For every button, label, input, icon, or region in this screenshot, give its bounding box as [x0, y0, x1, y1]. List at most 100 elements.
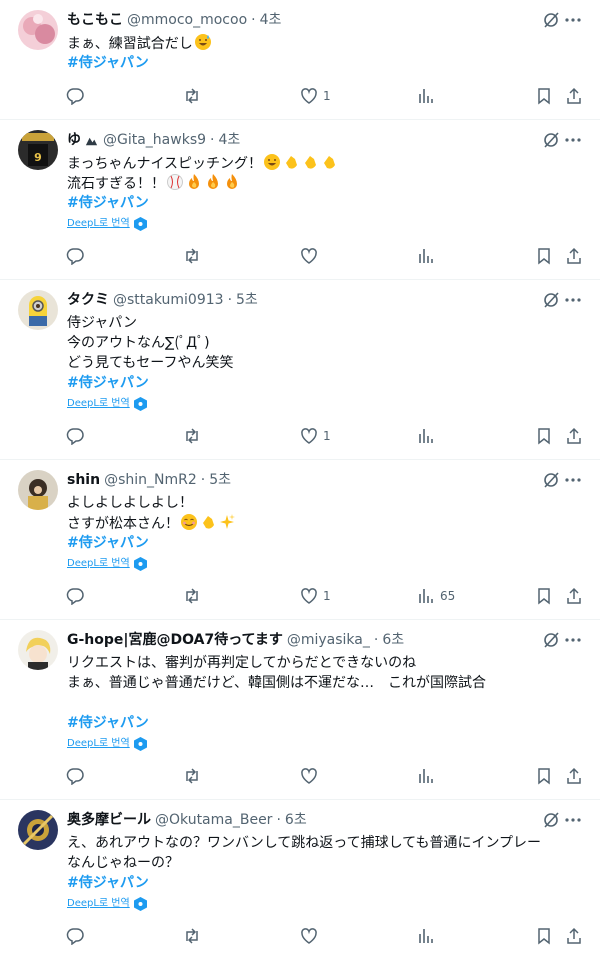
- tweet[interactable]: shin @shin_NmR2 · 5초 よしよしよしよし！ さすが松本さん！ …: [0, 460, 600, 620]
- like-button[interactable]: [300, 925, 323, 947]
- bookmark-button[interactable]: [535, 425, 553, 447]
- more-icon[interactable]: [564, 131, 582, 149]
- tweet[interactable]: もこもこ @mmoco_mocoo · 4초 まぁ、練習試合だし #侍ジャパン …: [0, 0, 600, 120]
- author-name[interactable]: タクミ: [67, 289, 109, 311]
- tweet[interactable]: 奥多摩ビール @Okutama_Beer · 6초 え、あれアウトなの？ワンバン…: [0, 800, 600, 956]
- bookmark-button[interactable]: [535, 765, 553, 787]
- reply-icon: [66, 928, 84, 945]
- retweet-button[interactable]: [183, 425, 201, 447]
- reply-button[interactable]: [66, 585, 84, 607]
- bookmark-button[interactable]: [535, 85, 553, 107]
- tweet[interactable]: G-hope|宮鹿@DOA7待ってます @miyasika_ · 6초 リクエス…: [0, 620, 600, 800]
- author-handle[interactable]: @sttakumi0913: [113, 289, 224, 311]
- more-icon[interactable]: [564, 471, 582, 489]
- author-name[interactable]: shin: [67, 469, 100, 491]
- reply-button[interactable]: [66, 425, 84, 447]
- tweet[interactable]: 9 ゆ @Gita_hawks9 · 4초 まっちゃんナイスピッチング！ 流石す…: [0, 120, 600, 280]
- hashtag-link[interactable]: #侍ジャパン: [67, 533, 149, 553]
- avatar[interactable]: [18, 810, 58, 850]
- author-handle[interactable]: @Gita_hawks9: [103, 129, 206, 151]
- deepl-icon: [133, 737, 147, 751]
- grok-icon[interactable]: [542, 291, 560, 309]
- retweet-button[interactable]: [183, 765, 201, 787]
- grok-icon[interactable]: [542, 11, 560, 29]
- bookmark-button[interactable]: [535, 925, 553, 947]
- share-icon: [567, 587, 581, 604]
- flag-icon: [85, 137, 98, 145]
- reply-button[interactable]: [66, 245, 84, 267]
- like-button[interactable]: [300, 245, 323, 267]
- retweet-button[interactable]: [183, 85, 201, 107]
- reply-button[interactable]: [66, 925, 84, 947]
- avatar[interactable]: [18, 630, 58, 670]
- hashtag-link[interactable]: #侍ジャパン: [67, 873, 149, 893]
- hashtag-link[interactable]: #侍ジャパン: [67, 373, 149, 393]
- timestamp[interactable]: 6초: [382, 629, 404, 651]
- reply-button[interactable]: [66, 85, 84, 107]
- views-icon: [419, 769, 433, 783]
- grok-icon[interactable]: [542, 631, 560, 649]
- avatar[interactable]: [18, 290, 58, 330]
- hashtag-link[interactable]: #侍ジャパン: [67, 193, 149, 213]
- translate-link[interactable]: DeepL로 번역: [67, 897, 147, 911]
- views-icon: [419, 249, 433, 263]
- clap-emoji-icon: [203, 516, 214, 529]
- views-button[interactable]: [417, 245, 440, 267]
- author-name[interactable]: G-hope|宮鹿@DOA7待ってます: [67, 629, 283, 651]
- share-button[interactable]: [565, 245, 583, 267]
- views-button[interactable]: [417, 925, 440, 947]
- more-icon[interactable]: [564, 631, 582, 649]
- views-button[interactable]: [417, 425, 440, 447]
- tweet[interactable]: タクミ @sttakumi0913 · 5초 侍ジャパン 今のアウトなん∑(ﾟД…: [0, 280, 600, 460]
- like-button[interactable]: 1: [300, 425, 331, 447]
- avatar[interactable]: [18, 470, 58, 510]
- retweet-button[interactable]: [183, 245, 201, 267]
- share-button[interactable]: [565, 925, 583, 947]
- translate-link[interactable]: DeepL로 번역: [67, 737, 147, 751]
- hashtag-link[interactable]: #侍ジャパン: [67, 713, 149, 733]
- more-icon[interactable]: [564, 291, 582, 309]
- timestamp[interactable]: 4초: [260, 9, 282, 31]
- hashtag-link[interactable]: #侍ジャパン: [67, 53, 149, 73]
- more-icon[interactable]: [564, 811, 582, 829]
- grok-icon[interactable]: [542, 131, 560, 149]
- views-button[interactable]: [417, 765, 440, 787]
- like-button[interactable]: 1: [300, 85, 331, 107]
- retweet-button[interactable]: [183, 925, 201, 947]
- grok-icon[interactable]: [542, 471, 560, 489]
- author-handle[interactable]: @mmoco_mocoo: [127, 9, 247, 31]
- share-button[interactable]: [565, 425, 583, 447]
- heart-icon: [301, 768, 317, 784]
- views-button[interactable]: [417, 85, 440, 107]
- translate-link[interactable]: DeepL로 번역: [67, 397, 147, 411]
- share-button[interactable]: [565, 85, 583, 107]
- avatar[interactable]: [18, 10, 58, 50]
- bookmark-button[interactable]: [535, 585, 553, 607]
- clap-emoji-icon: [324, 156, 336, 169]
- views-button[interactable]: 65: [417, 585, 455, 607]
- author-name[interactable]: ゆ: [67, 129, 81, 151]
- author-handle[interactable]: @miyasika_: [287, 629, 370, 651]
- author-name[interactable]: もこもこ: [67, 9, 123, 31]
- timestamp[interactable]: 6초: [285, 809, 307, 831]
- more-icon[interactable]: [564, 11, 582, 29]
- bookmark-button[interactable]: [535, 245, 553, 267]
- author-handle[interactable]: @Okutama_Beer: [155, 809, 272, 831]
- like-button[interactable]: 1: [300, 585, 331, 607]
- retweet-button[interactable]: [183, 585, 201, 607]
- timestamp[interactable]: 5초: [209, 469, 231, 491]
- share-button[interactable]: [565, 585, 583, 607]
- reply-icon: [66, 248, 84, 265]
- reply-button[interactable]: [66, 765, 84, 787]
- avatar[interactable]: 9: [18, 130, 58, 170]
- author-name[interactable]: 奥多摩ビール: [67, 809, 151, 831]
- timestamp[interactable]: 5초: [236, 289, 258, 311]
- author-handle[interactable]: @shin_NmR2: [104, 469, 197, 491]
- translate-link[interactable]: DeepL로 번역: [67, 217, 147, 231]
- timestamp[interactable]: 4초: [218, 129, 240, 151]
- translate-link[interactable]: DeepL로 번역: [67, 557, 147, 571]
- grok-icon[interactable]: [542, 811, 560, 829]
- share-button[interactable]: [565, 765, 583, 787]
- like-button[interactable]: [300, 765, 323, 787]
- tweet-text-line: リクエストは、審判が再判定してからだとできないのね: [67, 655, 417, 671]
